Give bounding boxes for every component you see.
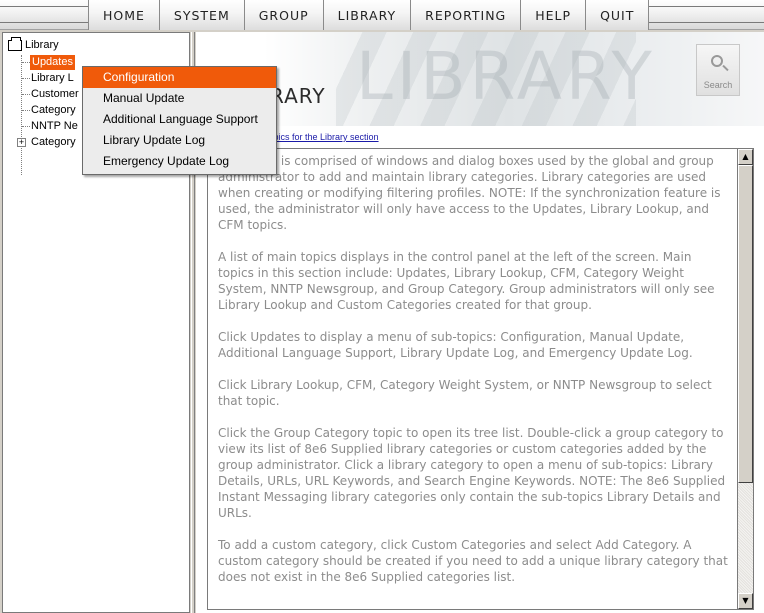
menu-reporting[interactable]: REPORTING bbox=[410, 0, 521, 30]
menu-system[interactable]: SYSTEM bbox=[158, 0, 244, 30]
help-text-area: ry section is comprised of windows and d… bbox=[207, 148, 737, 610]
main-content: LIBRARY RARY Search Topics for the Libra… bbox=[196, 32, 764, 613]
submenu-library-update-log[interactable]: Library Update Log bbox=[83, 130, 276, 151]
tree-item-custom-categories[interactable]: Customer bbox=[31, 87, 79, 102]
tree-item-category-weight[interactable]: Category bbox=[31, 103, 76, 118]
folder-icon bbox=[8, 36, 22, 51]
help-paragraph: Click Updates to display a menu of sub-t… bbox=[218, 330, 693, 360]
tree-connector bbox=[22, 62, 30, 63]
scroll-thumb[interactable] bbox=[738, 165, 753, 483]
tree-root-label: Library bbox=[25, 39, 59, 51]
help-paragraph: Click the Group Category topic to open i… bbox=[218, 426, 726, 520]
tree-item-nntp-newsgroup[interactable]: NNTP Ne bbox=[31, 119, 78, 134]
submenu-manual-update[interactable]: Manual Update bbox=[83, 88, 276, 109]
tree-item-library-lookup[interactable]: Library L bbox=[31, 71, 74, 86]
page-title: RARY bbox=[270, 84, 326, 108]
tree-root[interactable]: Library bbox=[8, 36, 59, 51]
tree-item-updates[interactable]: Updates bbox=[30, 55, 75, 70]
top-menu-bar: HOME SYSTEM GROUP LIBRARY REPORTING HELP… bbox=[0, 0, 764, 30]
submenu-additional-language-support[interactable]: Additional Language Support bbox=[83, 109, 276, 130]
menu-items: HOME SYSTEM GROUP LIBRARY REPORTING HELP… bbox=[88, 0, 650, 30]
help-paragraph: Click Library Lookup, CFM, Category Weig… bbox=[218, 378, 712, 408]
tree-connector bbox=[22, 126, 30, 127]
section-banner: LIBRARY RARY Search bbox=[196, 32, 764, 126]
submenu-configuration[interactable]: Configuration bbox=[83, 67, 276, 88]
vertical-scrollbar[interactable]: ▲ ▼ bbox=[737, 148, 754, 610]
menu-library[interactable]: LIBRARY bbox=[322, 0, 411, 30]
help-paragraph: A list of main topics displays in the co… bbox=[218, 250, 715, 312]
menu-home[interactable]: HOME bbox=[88, 0, 159, 30]
topics-link[interactable]: Topics for the Library section bbox=[264, 132, 379, 142]
menu-help[interactable]: HELP bbox=[520, 0, 586, 30]
menu-group[interactable]: GROUP bbox=[243, 0, 323, 30]
scroll-down-icon[interactable]: ▼ bbox=[738, 593, 753, 609]
updates-submenu: Configuration Manual Update Additional L… bbox=[82, 66, 277, 175]
submenu-emergency-update-log[interactable]: Emergency Update Log bbox=[83, 151, 276, 172]
expand-plus-icon[interactable]: + bbox=[17, 138, 26, 147]
tree-connector bbox=[22, 78, 30, 79]
help-paragraph: To add a custom category, click Custom C… bbox=[218, 538, 728, 584]
menu-quit[interactable]: QUIT bbox=[585, 0, 650, 30]
help-paragraph: ry section is comprised of windows and d… bbox=[218, 154, 721, 232]
scroll-up-icon[interactable]: ▲ bbox=[738, 149, 753, 165]
tree-connector bbox=[21, 55, 22, 175]
banner-watermark: LIBRARY bbox=[356, 38, 656, 115]
tree-connector bbox=[22, 94, 30, 95]
search-icon bbox=[711, 55, 723, 67]
search-button[interactable]: Search bbox=[696, 44, 740, 96]
search-label: Search bbox=[703, 80, 733, 90]
tree-item-group-category[interactable]: Category bbox=[31, 135, 76, 150]
tree-connector bbox=[22, 110, 30, 111]
